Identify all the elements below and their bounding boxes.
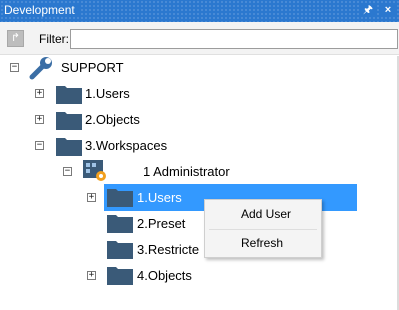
panel-title: Development: [4, 3, 79, 17]
filter-bar: ↱ Filter:: [0, 22, 399, 55]
expand-toggle-icon[interactable]: +: [87, 271, 96, 280]
wrench-icon: [29, 57, 52, 80]
collapse-toggle-icon[interactable]: −: [35, 141, 44, 150]
tree-item-ws-users[interactable]: 1.Users: [137, 190, 182, 205]
expand-toggle-icon[interactable]: +: [35, 89, 44, 98]
tree-item-ws-preset[interactable]: 2.Preset: [137, 216, 185, 231]
tree-item-ws-restricted[interactable]: 3.Restricte: [137, 242, 199, 257]
arrow-icon[interactable]: ↱: [7, 30, 24, 47]
folder-icon: [107, 241, 133, 259]
menu-item-add-user[interactable]: Add User: [206, 201, 320, 228]
pin-icon[interactable]: 🖈: [361, 3, 375, 17]
collapse-toggle-icon[interactable]: −: [10, 63, 19, 72]
tree-item-workspaces[interactable]: 3.Workspaces: [85, 138, 167, 153]
tree-root-label[interactable]: SUPPORT: [61, 60, 124, 75]
filter-label: Filter:: [39, 32, 69, 46]
folder-icon: [107, 267, 133, 285]
tree-item-users[interactable]: 1.Users: [85, 86, 130, 101]
context-menu: Add User Refresh: [204, 199, 322, 258]
folder-icon: [107, 189, 133, 207]
filter-input[interactable]: [70, 29, 398, 49]
workspace-user-icon: [83, 160, 106, 181]
expand-toggle-icon[interactable]: +: [87, 193, 96, 202]
folder-icon: [56, 138, 82, 156]
tree-item-ws-objects[interactable]: 4.Objects: [137, 268, 192, 283]
tree-item-administrator[interactable]: 1 Administrator: [143, 164, 230, 179]
panel-title-bar: Development 🖈 ×: [0, 0, 399, 22]
folder-icon: [56, 112, 82, 130]
expand-toggle-icon[interactable]: +: [35, 115, 44, 124]
folder-icon: [107, 215, 133, 233]
tree-item-objects[interactable]: 2.Objects: [85, 112, 140, 127]
folder-icon: [56, 86, 82, 104]
close-icon[interactable]: ×: [381, 3, 395, 17]
collapse-toggle-icon[interactable]: −: [63, 167, 72, 176]
menu-item-refresh[interactable]: Refresh: [206, 230, 320, 257]
